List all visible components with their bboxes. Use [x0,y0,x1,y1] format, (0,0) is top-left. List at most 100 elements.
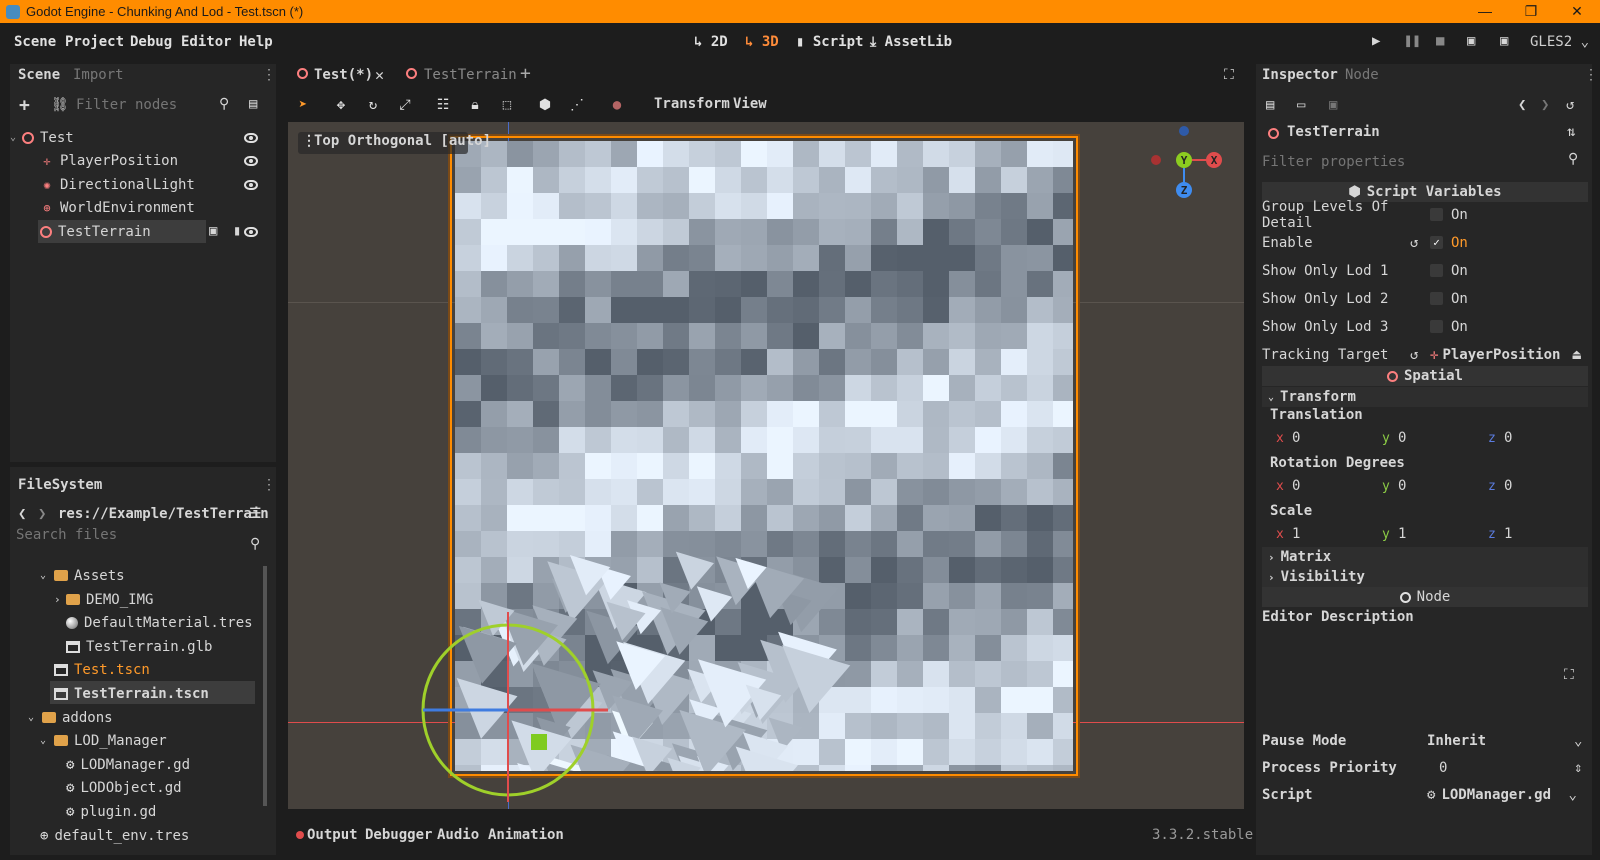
expand-icon[interactable]: ⛶ [1564,667,1574,683]
play-icon[interactable]: ▶ [1372,33,1380,49]
menu-debug[interactable]: Debug [130,34,172,50]
fs-file-test-tscn[interactable]: Test.tscn [54,658,150,681]
visibility-eye-icon[interactable] [244,179,258,190]
rotate-tool-icon[interactable]: ↻ [364,96,382,114]
workspace-3d-button[interactable]: ↳ 3D [745,34,779,50]
scale-x[interactable]: 1 [1292,526,1300,542]
prop-tracking-target[interactable]: Tracking Target ↺ ✛ PlayerPosition ⏏ [1262,341,1588,368]
minimize-button[interactable]: — [1462,0,1508,23]
scale-z[interactable]: 1 [1504,526,1512,542]
add-node-icon[interactable]: + [19,95,30,116]
view-menu[interactable]: View [733,96,767,112]
fullscreen-icon[interactable]: ⛶ [1224,67,1234,83]
tab-audio[interactable]: Audio [437,827,479,843]
back-arrow-icon[interactable]: ❮ [18,506,26,522]
lock-icon[interactable]: 🔒︎ [466,96,484,114]
view-orientation-gizmo[interactable]: X Y Z [1146,122,1236,212]
process-priority-spinbox[interactable]: 0 [1439,760,1574,776]
tree-node-playerposition[interactable]: ✛ PlayerPosition [10,149,272,172]
checkbox[interactable] [1430,208,1443,221]
fs-folder-assets[interactable]: ⌄ Assets [40,564,125,587]
select-tool-icon[interactable]: ➤ [294,96,312,114]
filter-properties-input[interactable] [1262,150,1552,174]
3d-viewport[interactable]: ⋮ Top Orthogonal [auto] X Y Z [288,122,1244,809]
transform-gizmo-svg[interactable] [408,612,608,802]
section-spatial[interactable]: Spatial [1262,366,1588,386]
revert-icon[interactable]: ↺ [1410,347,1430,363]
tree-node-testterrain[interactable]: TestTerrain ▣ ▮ [10,220,272,243]
menu-editor[interactable]: Editor [181,34,232,50]
y-plane-handle[interactable] [531,734,547,750]
node-path-picker-icon[interactable]: ⏏ [1572,347,1580,363]
visibility-eye-icon[interactable] [244,132,258,143]
tab-scene[interactable]: Scene [18,67,60,83]
visibility-eye-icon[interactable] [244,226,258,237]
editor-description-field[interactable] [1262,630,1588,710]
close-window-button[interactable]: ✕ [1554,0,1600,23]
camera-lock-icon[interactable]: ● [608,96,626,114]
save-icon[interactable]: ▣ [1329,97,1337,113]
tab-debugger[interactable]: Debugger [365,827,432,843]
fs-folder-demo-img[interactable]: › DEMO_IMG [54,588,153,611]
neg-x-dot[interactable] [1151,155,1161,165]
tree-node-worldenvironment[interactable]: ⊕ WorldEnvironment [10,196,272,219]
path-field[interactable]: res://Example/TestTerrain [58,506,269,522]
tab-node[interactable]: Node [1345,67,1379,83]
checkbox[interactable] [1430,264,1443,277]
fs-file-defaultmaterial[interactable]: DefaultMaterial.tres [66,611,253,634]
visibility-eye-icon[interactable] [244,155,258,166]
snap-icon[interactable]: ⋰ [568,96,586,114]
prop-process-priority[interactable]: Process Priority 0 ⇕ [1262,754,1588,781]
workspace-2d-button[interactable]: ↳ 2D [694,34,728,50]
checkbox[interactable] [1430,292,1443,305]
fs-file-plugin-gd[interactable]: ⚙ plugin.gd [66,800,156,823]
play-scene-icon[interactable]: ▣ [1467,33,1475,49]
translation-x[interactable]: 0 [1292,430,1300,446]
tab-testterrain[interactable]: TestTerrain [424,67,517,83]
new-resource-icon[interactable]: ▤ [1266,97,1274,113]
renderer-select[interactable]: GLES2 ⌄ [1530,34,1589,50]
group-icon[interactable]: ⬚ [498,96,516,114]
tree-node-directionallight[interactable]: ✺ DirectionalLight [10,173,272,196]
viewport-label[interactable]: Top Orthogonal [auto] [314,133,491,149]
play-custom-scene-icon[interactable]: ▣ [1500,33,1508,49]
prop-group-lod[interactable]: Group Levels Of Detail On [1262,199,1588,231]
tab-test[interactable]: Test(*) [314,67,373,83]
list-view-icon[interactable]: ☰ [249,506,262,522]
translation-y[interactable]: 0 [1398,430,1406,446]
prop-show-lod-1[interactable]: Show Only Lod 1 On [1262,257,1588,284]
script-resource-field[interactable]: LODManager.gd [1441,787,1568,803]
object-properties-icon[interactable]: ⇅ [1567,124,1575,140]
workspace-assetlib-button[interactable]: ⤓ AssetLib [870,34,952,50]
filter-nodes-input[interactable] [76,94,240,116]
prop-pause-mode[interactable]: Pause Mode Inherit ⌄ [1262,727,1588,754]
fs-file-lodobject-gd[interactable]: ⚙ LODObject.gd [66,776,182,799]
fs-file-default-env[interactable]: ⊕ default_env.tres [40,824,189,847]
dock-menu-icon[interactable]: ⋮ [262,67,276,83]
local-space-icon[interactable]: ⬢ [536,96,554,114]
spinner-arrows-icon[interactable]: ⇕ [1574,760,1582,776]
filesystem-scrollbar[interactable] [263,566,267,806]
open-folder-icon[interactable]: ▭ [1297,97,1305,113]
prop-show-lod-3[interactable]: Show Only Lod 3 On [1262,313,1588,340]
tab-inspector[interactable]: Inspector [1262,67,1338,83]
fs-folder-lod-manager[interactable]: ⌄ LOD_Manager [40,729,167,752]
neg-z-dot[interactable] [1179,126,1189,136]
fs-folder-addons[interactable]: ⌄ addons [28,706,113,729]
prop-show-lod-2[interactable]: Show Only Lod 2 On [1262,285,1588,312]
list-select-icon[interactable]: ☷ [434,96,452,114]
history-icon[interactable]: ↺ [1566,97,1574,113]
attach-script-icon[interactable]: ▤ [249,96,257,112]
menu-project[interactable]: Project [65,34,124,50]
forward-arrow-icon[interactable]: ❯ [38,506,46,522]
search-files-input[interactable] [16,524,238,546]
link-icon[interactable]: ⛓ [51,97,69,113]
back-arrow-icon[interactable]: ❮ [1518,97,1526,113]
open-scene-icon[interactable]: ▣ [209,223,217,239]
pause-icon[interactable]: ❚❚ [1404,33,1421,49]
workspace-script-button[interactable]: ▮ Script [796,34,863,50]
menu-help[interactable]: Help [239,34,273,50]
rotation-y[interactable]: 0 [1398,478,1406,494]
scale-tool-icon[interactable]: ⤢ [396,96,414,114]
group-transform[interactable]: ⌄ Transform [1262,387,1588,407]
